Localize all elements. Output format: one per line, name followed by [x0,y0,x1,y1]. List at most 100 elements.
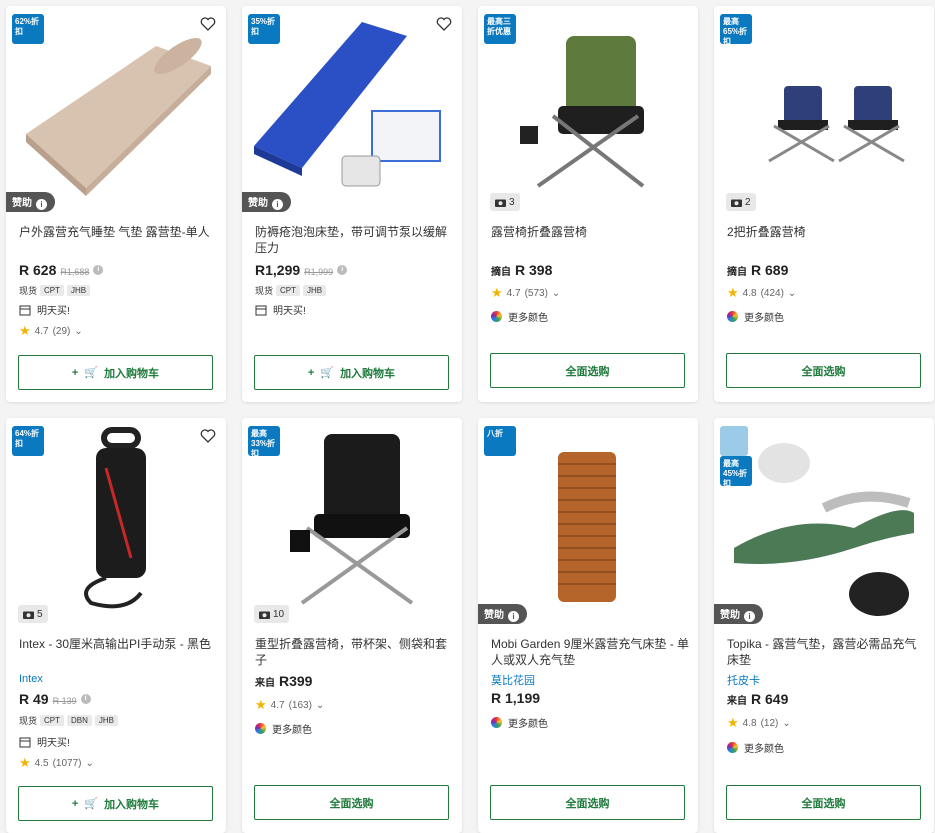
rating[interactable]: ★ 4.7 (29) ⌄ [19,323,83,338]
product-card[interactable]: 最高 33%折 扣 10 重型折叠露营椅，带杯架、侧袋和套子 来自 R399 ★ 4… [242,418,462,833]
stock-tag: CPT [40,715,65,726]
shop-all-button[interactable]: 全面选购 [254,785,449,820]
delivery-info: 明天买! [255,302,306,317]
price-value: R 628 [19,262,57,278]
product-card[interactable]: 62%折 扣 赞助 i 户外露营充气睡垫 气垫 露营垫-单人 R 628 R1,68… [6,6,226,402]
photo-count[interactable]: 2 [726,193,756,211]
info-icon[interactable]: i [80,694,91,704]
chevron-down-icon[interactable]: ⌄ [85,758,93,769]
photo-count[interactable]: 10 [254,605,290,623]
star-icon: ★ [19,323,31,338]
delivery-info: 明天买! [19,302,70,317]
color-wheel-icon [727,311,738,322]
chevron-down-icon[interactable]: ⌄ [316,700,324,711]
product-card[interactable]: 64%折 扣 5 Intex - 30厘米高输出PI手动泵 - 黑色 Intex… [6,418,226,833]
sponsored-badge[interactable]: 赞助 i [242,192,291,212]
product-price: R 1,199 [491,690,540,706]
product-title[interactable]: 重型折叠露营椅，带杯架、侧袋和套子 [255,636,455,668]
product-image[interactable] [714,418,934,626]
product-card[interactable]: 八折 赞助 i Mobi Garden 9厘米露营充气床垫 - 单人或双人充气垫 … [478,418,698,833]
chevron-down-icon[interactable]: ⌄ [788,288,796,299]
delivery-info: 明天买! [19,734,70,749]
info-icon[interactable]: i [93,265,104,275]
discount-badge: 最高 45%折 扣 [720,456,752,486]
color-wheel-icon [727,742,738,753]
heart-icon[interactable] [200,16,216,32]
more-colors[interactable]: 更多颜色 [255,721,312,736]
product-card[interactable]: 最高 65%折 扣 2 2把折叠露营椅 摘自 R 689 ★ 4.8 (424) ⌄ 更… [714,6,934,402]
discount-badge: 62%折 扣 [12,14,44,44]
rating[interactable]: ★ 4.8 (12) ⌄ [727,716,791,729]
photo-count[interactable]: 5 [18,605,48,623]
info-icon[interactable]: i [337,265,348,275]
brand-link[interactable]: Intex [19,673,43,685]
cart-icon: 🛒 [84,367,99,379]
product-title[interactable]: 2把折叠露营椅 [727,224,927,240]
rating[interactable]: ★ 4.5 (1077) ⌄ [19,756,94,769]
info-icon: i [744,610,755,622]
brand-link[interactable]: 莫比花园 [491,672,535,688]
rating-value: 4.7 [34,325,49,337]
stock-label: 现货 [19,286,38,296]
shop-all-button[interactable]: 全面选购 [490,353,685,388]
sponsored-badge[interactable]: 赞助 i [478,604,527,624]
discount-badge: 八折 [484,426,516,456]
discount-badge: 35%折 扣 [248,14,280,44]
more-colors-label: 更多颜色 [508,719,548,730]
more-colors[interactable]: 更多颜色 [491,309,548,324]
heart-icon[interactable] [200,428,216,444]
plus-icon: + [307,366,315,379]
heart-icon[interactable] [436,16,452,32]
product-title[interactable]: 露营椅折叠露营椅 [491,224,691,240]
chevron-down-icon[interactable]: ⌄ [782,718,790,729]
brand-link[interactable]: 托皮卡 [727,672,760,688]
cart-icon: 🛒 [320,367,335,379]
stock-info: 现货 CPT DBN JHB [19,714,119,727]
photo-count-value: 3 [509,196,515,208]
more-colors[interactable]: 更多颜色 [727,309,784,324]
product-card[interactable]: 最高三 折优惠 3 露营椅折叠露营椅 摘自 R 398 ★ 4.7 (573) ⌄ 更多… [478,6,698,402]
chevron-down-icon[interactable]: ⌄ [74,326,82,337]
product-title[interactable]: Topika - 露营气垫，露营必需品充气床垫 [727,636,927,668]
old-price: R 139 [52,696,77,706]
sponsored-badge[interactable]: 赞助 i [6,192,55,212]
rating-value: 4.7 [270,699,285,711]
shop-all-button[interactable]: 全面选购 [726,785,921,820]
sponsored-badge[interactable]: 赞助 i [714,604,763,624]
price-value: R 689 [751,262,789,278]
price-value: R 649 [751,691,789,707]
product-title[interactable]: Intex - 30厘米高输出PI手动泵 - 黑色 [19,636,219,652]
more-colors[interactable]: 更多颜色 [727,740,784,755]
chevron-down-icon[interactable]: ⌄ [552,288,560,299]
stock-tag: JHB [94,715,119,726]
stock-info: 现货 CPT JHB [255,284,327,297]
shop-all-button[interactable]: 全面选购 [490,785,685,820]
star-icon: ★ [491,285,503,300]
rating[interactable]: ★ 4.8 (424) ⌄ [727,286,796,299]
more-colors[interactable]: 更多颜色 [491,715,548,730]
discount-badge: 最高 65%折 扣 [720,14,752,44]
photo-count[interactable]: 3 [490,193,520,211]
product-card[interactable]: 最高 45%折 扣 赞助 i Topika - 露营气垫，露营必需品充气床垫 托皮… [714,418,934,833]
product-title[interactable]: 户外露营充气睡垫 气垫 露营垫-单人 [19,224,219,240]
price-prefix: 来自 [255,678,275,689]
shop-all-button[interactable]: 全面选购 [726,353,921,388]
price-prefix: 来自 [727,696,747,707]
product-card[interactable]: 35%折 扣 赞助 i 防褥疮泡泡床垫，带可调节泵以缓解压力 R1,299 R1,9… [242,6,462,402]
review-count: (29) [52,325,71,337]
delivery-label: 明天买! [37,738,70,749]
product-title[interactable]: Mobi Garden 9厘米露营充气床垫 - 单人或双人充气垫 [491,636,691,668]
rating[interactable]: ★ 4.7 (573) ⌄ [491,285,560,300]
button-label: 加入购物车 [340,367,396,380]
product-title[interactable]: 防褥疮泡泡床垫，带可调节泵以缓解压力 [255,224,455,256]
rating[interactable]: ★ 4.7 (163) ⌄ [255,698,324,711]
plus-icon: + [71,366,79,379]
add-to-cart-button[interactable]: + 🛒 加入购物车 [18,355,213,390]
product-price: 摘自 R 689 [727,262,788,278]
discount-badge: 最高三 折优惠 [484,14,516,44]
stock-label: 现货 [19,716,38,726]
add-to-cart-button[interactable]: + 🛒 加入购物车 [254,355,449,390]
price-value: R399 [279,673,313,689]
info-icon: i [36,198,47,210]
add-to-cart-button[interactable]: + 🛒 加入购物车 [18,786,213,821]
